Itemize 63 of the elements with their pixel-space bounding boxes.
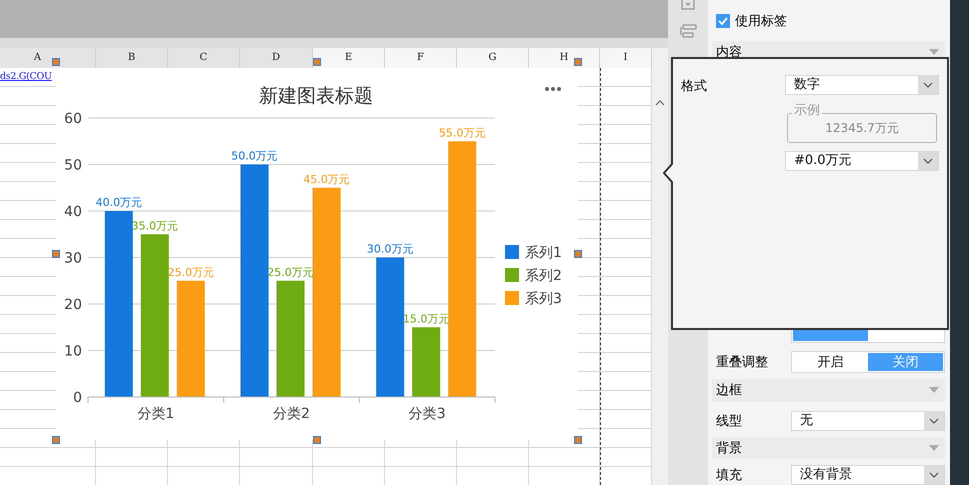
resize-handle[interactable] (313, 436, 321, 444)
more-icon[interactable] (545, 87, 561, 91)
resize-handle[interactable] (52, 436, 60, 444)
sample-value: 12345.7万元 (825, 121, 899, 135)
axis-tick-label: 30 (64, 250, 82, 266)
data-label: 55.0万元 (438, 126, 486, 140)
download-icon[interactable] (681, 0, 695, 10)
axis-tick-label: 20 (64, 297, 82, 313)
scroll-up-icon[interactable] (655, 100, 665, 106)
legend-label[interactable]: 系列2 (525, 268, 562, 284)
column-header[interactable]: I (600, 48, 652, 68)
data-label: 30.0万元 (366, 242, 414, 256)
category-label: 分类3 (408, 406, 446, 422)
chevron-down-icon (923, 82, 933, 88)
resize-handle[interactable] (574, 436, 582, 444)
dropdown[interactable]: 没有背景 (791, 465, 945, 485)
axis-tick-label: 0 (73, 390, 82, 406)
sample-legend: 示例 (792, 104, 822, 118)
chevron-down-icon (929, 472, 939, 478)
layout-icon[interactable] (679, 24, 697, 38)
column-header[interactable]: A (0, 48, 96, 68)
column-header[interactable]: B (96, 48, 168, 68)
axis-tick-label: 10 (64, 344, 82, 360)
checkbox-label: 使用标签 (735, 13, 787, 30)
bar (412, 327, 440, 397)
toggle-option[interactable]: 开启 (793, 353, 868, 372)
column-header[interactable]: H (529, 48, 600, 68)
collapse-icon (929, 444, 939, 451)
category-label: 分类1 (137, 406, 174, 422)
resize-handle[interactable] (52, 250, 60, 258)
dropdown[interactable]: 无 (791, 410, 945, 431)
section-header[interactable]: 背景 (712, 436, 945, 460)
legend-label[interactable]: 系列3 (525, 291, 562, 307)
axis-tick-label: 50 (64, 158, 82, 174)
column-header[interactable]: F (385, 48, 457, 68)
column-header[interactable]: C (168, 48, 240, 68)
resize-handle[interactable] (313, 58, 321, 66)
column-header[interactable]: D (240, 48, 313, 68)
column-header[interactable]: G (457, 48, 529, 68)
data-label: 40.0万元 (96, 196, 142, 209)
section-header[interactable]: 边框 (712, 379, 945, 402)
column-header[interactable]: E (313, 48, 385, 68)
axis-tick-label: 60 (64, 111, 82, 127)
data-label: 45.0万元 (303, 172, 350, 186)
chevron-down-icon (923, 158, 933, 164)
field-label: 格式 (680, 78, 707, 95)
collapse-icon (929, 48, 939, 55)
resize-handle[interactable] (574, 250, 582, 258)
data-label: 50.0万元 (231, 150, 278, 162)
collapse-icon (929, 387, 939, 394)
resize-handle[interactable] (52, 58, 60, 66)
resize-handle[interactable] (574, 58, 582, 66)
checkbox[interactable] (716, 14, 730, 28)
field-label: 线型 (716, 412, 742, 430)
field-label: 重叠调整 (716, 354, 768, 372)
field-label: 填充 (716, 467, 742, 484)
chart-title: 新建图表标题 (259, 85, 373, 107)
legend-label[interactable]: 系列1 (525, 245, 562, 261)
category-label: 分类2 (273, 406, 310, 422)
dropdown[interactable]: #0.0万元 (785, 151, 939, 171)
dropdown[interactable]: 数字 (785, 75, 939, 95)
chevron-down-icon (929, 418, 939, 424)
axis-tick-label: 40 (64, 204, 82, 220)
